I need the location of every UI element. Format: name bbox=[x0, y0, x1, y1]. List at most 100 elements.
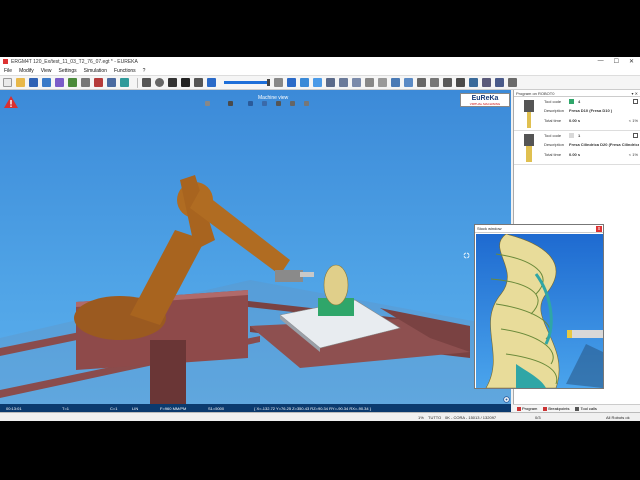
status-bar: 00:13:01 T=1 C=1 LIN F=960 MM/PM S1=5000… bbox=[0, 404, 511, 412]
stock-window-title: Stock window bbox=[477, 226, 502, 231]
menu-view[interactable]: View bbox=[41, 68, 52, 74]
tool-row[interactable]: Tool code 1 Description Fresa Cilindrica… bbox=[514, 131, 640, 165]
stock-icon[interactable] bbox=[495, 78, 504, 87]
status-tool: T=1 bbox=[62, 405, 70, 411]
stock-view[interactable] bbox=[476, 234, 603, 388]
open-folder-icon[interactable] bbox=[16, 78, 25, 87]
tool-code-label: Tool code bbox=[544, 99, 562, 104]
check-icon[interactable] bbox=[68, 78, 77, 87]
visibility-icon[interactable] bbox=[391, 78, 400, 87]
run-mode: TUTTO bbox=[428, 415, 442, 420]
tab-tool-calls[interactable]: Tool calls bbox=[575, 406, 597, 411]
layers-icon[interactable] bbox=[430, 78, 439, 87]
settings-icon[interactable] bbox=[503, 396, 510, 403]
axes-icon[interactable] bbox=[378, 78, 387, 87]
save-as-icon[interactable] bbox=[42, 78, 51, 87]
program-panel-title: Program on ROBOT0 bbox=[516, 91, 555, 96]
total-time-value: 0.00 s bbox=[569, 118, 581, 123]
view-ortho-icon[interactable] bbox=[262, 101, 267, 106]
save-icon[interactable] bbox=[29, 78, 38, 87]
end-mill-icon bbox=[524, 100, 534, 128]
time-percent: < 1% bbox=[628, 118, 638, 123]
viewport-title: Machine view bbox=[258, 95, 289, 101]
panel-controls[interactable]: ▾ ✕ bbox=[632, 90, 638, 96]
warning-icon[interactable] bbox=[3, 95, 19, 109]
camera-icon[interactable] bbox=[404, 78, 413, 87]
close-button[interactable]: ✕ bbox=[629, 58, 634, 65]
clipboard-icon[interactable] bbox=[81, 78, 90, 87]
brand-subtitle: VIRTUAL MACHINING bbox=[469, 102, 501, 106]
status-feed: F=960 MM/PM bbox=[160, 405, 187, 411]
tool-description-label: Description bbox=[544, 108, 565, 113]
pedestal-leg bbox=[150, 340, 186, 404]
menu-help[interactable]: ? bbox=[143, 68, 146, 74]
rotate-view-icon[interactable] bbox=[339, 78, 348, 87]
grid-icon[interactable] bbox=[365, 78, 374, 87]
tool-description: Fresa D10 (Fresa D10 ) bbox=[569, 108, 613, 113]
tool-checkbox[interactable] bbox=[633, 99, 638, 104]
busy-cursor-icon bbox=[463, 252, 470, 259]
tool-code-label: Tool code bbox=[544, 133, 562, 138]
brand-name: EuReKa bbox=[471, 95, 499, 102]
maximize-button[interactable]: ☐ bbox=[614, 58, 619, 65]
pan-view-icon[interactable] bbox=[352, 78, 361, 87]
step-back-icon[interactable] bbox=[142, 78, 151, 87]
end-mill-icon bbox=[524, 134, 534, 162]
program-icon bbox=[517, 406, 521, 411]
tools-icon[interactable] bbox=[107, 78, 116, 87]
edit-icon[interactable] bbox=[55, 78, 64, 87]
zoom-fit-icon[interactable] bbox=[326, 78, 335, 87]
menu-simulation[interactable]: Simulation bbox=[84, 68, 107, 74]
speed-slider[interactable] bbox=[224, 79, 270, 86]
speed-icon[interactable] bbox=[274, 78, 283, 87]
tool-color-swatch bbox=[569, 99, 574, 104]
view-persp-icon[interactable] bbox=[248, 101, 253, 106]
stock-window[interactable]: Stock window x bbox=[474, 224, 604, 389]
step-forward-icon[interactable] bbox=[207, 78, 216, 87]
tool-checkbox[interactable] bbox=[633, 133, 638, 138]
minimize-button[interactable]: — bbox=[598, 58, 604, 65]
tab-breakpoints-label: Breakpoints bbox=[548, 406, 570, 411]
toolbar-divider bbox=[137, 77, 138, 88]
view-reset-icon[interactable] bbox=[228, 101, 233, 106]
print-icon[interactable] bbox=[417, 78, 426, 87]
view-light-icon[interactable] bbox=[304, 101, 309, 106]
stop-icon[interactable] bbox=[168, 78, 177, 87]
gear-icon[interactable] bbox=[120, 78, 129, 87]
menu-settings[interactable]: Settings bbox=[59, 68, 77, 74]
tab-program[interactable]: Program bbox=[517, 406, 537, 411]
new-file-icon[interactable] bbox=[3, 78, 12, 87]
stock-close-button[interactable]: x bbox=[596, 226, 602, 232]
view-side-icon[interactable] bbox=[313, 78, 322, 87]
tab-tool-calls-label: Tool calls bbox=[580, 406, 597, 411]
stock-model bbox=[485, 234, 603, 388]
nav-cube-icon[interactable] bbox=[205, 101, 210, 106]
play-icon[interactable] bbox=[194, 78, 203, 87]
tool-color-swatch bbox=[569, 133, 574, 138]
search-icon[interactable] bbox=[456, 78, 465, 87]
panel-tabs: Program Breakpoints Tool calls bbox=[513, 404, 640, 412]
delete-icon[interactable] bbox=[94, 78, 103, 87]
menu-file[interactable]: File bbox=[4, 68, 12, 74]
tool-row[interactable]: Tool code 4 Description Fresa D10 (Fresa… bbox=[514, 97, 640, 131]
machine-view[interactable]: Machine view EuReKa VIRTUAL MACHINING bbox=[0, 90, 511, 404]
view-front-icon[interactable] bbox=[287, 78, 296, 87]
total-time-label: Total time bbox=[544, 152, 562, 157]
status-coordinates: { X=-132.72 Y=76.25 Z=350.43 RZ=90.34 RY… bbox=[254, 405, 372, 411]
tool-description: Fresa Cilindrica D20 (Fresa Cilindrica bbox=[569, 142, 639, 147]
status-mode: LIN bbox=[132, 405, 139, 411]
measure-icon[interactable] bbox=[443, 78, 452, 87]
pause-icon[interactable] bbox=[181, 78, 190, 87]
view-shade-icon[interactable] bbox=[290, 101, 295, 106]
stock-window-header: Stock window x bbox=[475, 225, 603, 233]
program-panel-header: Program on ROBOT0 ▾ ✕ bbox=[514, 90, 640, 97]
view-top-icon[interactable] bbox=[300, 78, 309, 87]
options-icon[interactable] bbox=[508, 78, 517, 87]
view-wire-icon[interactable] bbox=[276, 101, 281, 106]
menu-functions[interactable]: Functions bbox=[114, 68, 136, 74]
zoom-icon[interactable] bbox=[469, 78, 478, 87]
tab-breakpoints[interactable]: Breakpoints bbox=[543, 406, 569, 411]
menu-modify[interactable]: Modify bbox=[19, 68, 34, 74]
collision-icon[interactable] bbox=[482, 78, 491, 87]
reset-icon[interactable] bbox=[155, 78, 164, 87]
